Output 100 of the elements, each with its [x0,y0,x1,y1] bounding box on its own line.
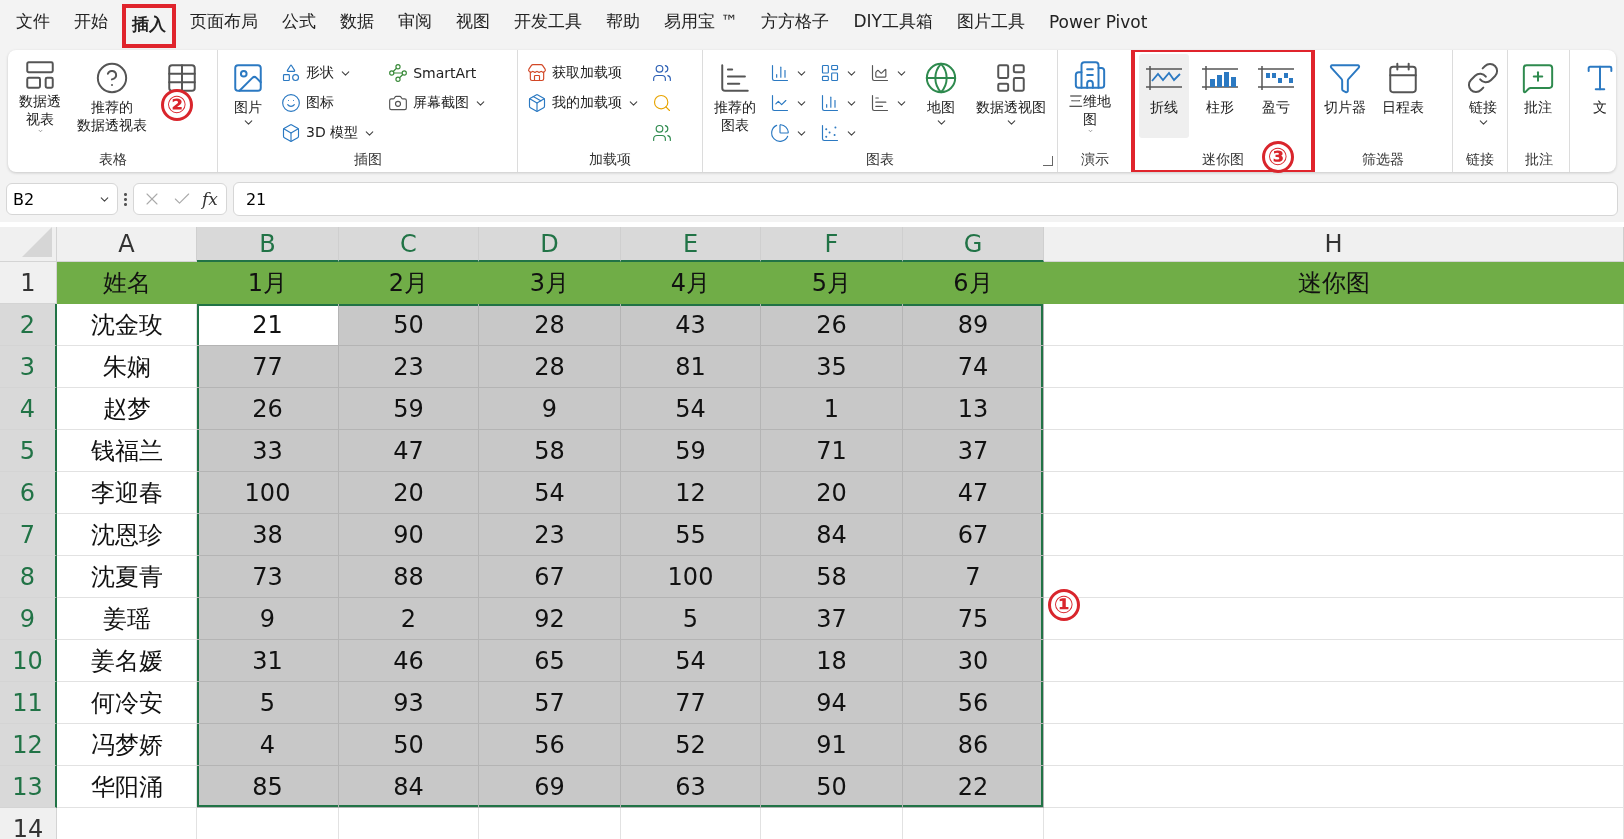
menu-tab[interactable]: DIY工具箱 [843,0,943,46]
group-label: 链接 [1466,150,1494,169]
table-cell: 55 [621,514,761,556]
row-header[interactable]: 7 [0,514,57,556]
group-label: 加载项 [589,150,631,169]
table-cell: 朱娴 [57,346,197,388]
menu-tab[interactable]: 公式 [272,0,326,46]
column-header[interactable]: C [339,227,479,262]
table-cell: 85 [197,766,339,808]
ribbon-button[interactable]: 形状 [278,60,380,86]
combo-chart-icon [870,93,890,113]
menu-tab[interactable]: 易用宝 ™ [654,0,748,46]
menu-tab[interactable]: 帮助 [596,0,650,46]
table-cell: 100 [197,472,339,514]
ribbon-button[interactable]: 链接 [1459,54,1507,138]
menu-tab[interactable]: 方方格子 [751,0,840,46]
ribbon-button[interactable]: 柱形 [1195,54,1245,138]
ribbon-button[interactable]: 屏幕截图 [385,90,491,116]
column-header[interactable]: A [57,227,197,262]
row-header[interactable]: 14 [0,808,57,839]
launcher-icon[interactable] [1043,156,1053,166]
table-icon [165,61,199,95]
table-cell: 22 [903,766,1044,808]
recommended-chart-icon [718,61,752,95]
row-header[interactable]: 10 [0,640,57,682]
row-header[interactable]: 5 [0,430,57,472]
table-cell: 5 [197,682,339,724]
row-header[interactable]: 11 [0,682,57,724]
header-cell: 4月 [621,262,761,304]
image-icon [231,61,265,95]
row-header[interactable]: 3 [0,346,57,388]
more-icon[interactable] [124,192,127,206]
row-header[interactable]: 9 [0,598,57,640]
menu-tab[interactable]: 审阅 [388,0,442,46]
ribbon-button[interactable]: SmartArt [385,60,491,86]
header-cell: 5月 [761,262,903,304]
ribbon-button[interactable]: 图片 [224,54,272,138]
row-header[interactable]: 8 [0,556,57,598]
table-cell: 90 [339,514,479,556]
header-cell: 6月 [903,262,1044,304]
row-header[interactable]: 12 [0,724,57,766]
line-sparkline-icon [1144,63,1184,93]
column-header[interactable]: G [903,227,1044,262]
column-header[interactable]: F [761,227,903,262]
table-cell: 54 [479,472,621,514]
row-header[interactable]: 2 [0,304,57,346]
menu-tab[interactable]: 文件 [6,0,60,46]
table-cell: 沈夏青 [57,556,197,598]
name-box[interactable]: B2 [6,183,118,215]
column-header[interactable]: D [479,227,621,262]
table-cell: 92 [479,598,621,640]
ribbon-button[interactable]: 获取加载项 [524,60,643,86]
table-cell: 52 [621,724,761,766]
column-header[interactable]: H [1044,227,1624,262]
menu-tab[interactable]: 图片工具 [946,0,1035,46]
formula-field[interactable]: 21 [232,182,1618,216]
row-header[interactable]: 6 [0,472,57,514]
ribbon-button[interactable]: 盈亏 [1251,54,1301,138]
ribbon-button[interactable]: 推荐的 图表 [709,54,761,138]
ribbon-button[interactable]: 地图 [917,54,965,138]
menu-tab[interactable]: 开始 [64,0,118,46]
ribbon-button[interactable]: 我的加载项 [524,90,643,116]
table-cell: 93 [339,682,479,724]
cube-icon [281,123,301,143]
table-cell: 1 [761,388,903,430]
ribbon-button[interactable]: 批注 [1514,54,1562,138]
row-header[interactable]: 4 [0,388,57,430]
ribbon-button[interactable]: 切片器 [1319,54,1371,138]
table-cell: 74 [903,346,1044,388]
ribbon-button[interactable]: 折线 [1139,54,1189,138]
table-cell: 5 [621,598,761,640]
table-cell: 21 [197,304,339,346]
menu-tab[interactable]: 页面布局 [180,0,268,46]
table-cell: 67 [479,556,621,598]
table-cell: 56 [903,682,1044,724]
ribbon-button[interactable]: 日程表 [1377,54,1429,138]
table-cell: 84 [761,514,903,556]
ribbon-button[interactable]: 文 [1576,54,1616,138]
menu-tab[interactable]: 插入 [122,4,176,48]
ribbon-button[interactable]: 推荐的 数据透视表 [72,54,152,138]
menu-tab[interactable]: 数据 [330,0,384,46]
smartart-icon [388,63,409,83]
menu-tab[interactable]: Power Pivot [1038,0,1158,46]
column-header[interactable]: B [197,227,339,262]
row-header[interactable]: 13 [0,766,57,808]
column-header[interactable]: E [621,227,761,262]
column-sparkline-icon [1200,63,1240,93]
ribbon-button[interactable]: 图标 [278,90,380,116]
row-header[interactable]: 1 [0,262,57,304]
table-cell: 20 [761,472,903,514]
ribbon-button[interactable]: 3D 模型 [278,120,380,146]
ribbon-button[interactable]: 数据透视图 [971,54,1051,138]
ribbon-button[interactable]: 数据透 视表 [14,54,66,138]
table-cell: 37 [761,598,903,640]
menu-tab[interactable]: 开发工具 [504,0,592,46]
insert-function-button[interactable]: fx [202,189,218,209]
menu-tab[interactable]: 视图 [446,0,500,46]
ribbon-button[interactable]: 三维地 图 [1064,54,1116,138]
table-cell: 37 [903,430,1044,472]
table-cell: 91 [761,724,903,766]
